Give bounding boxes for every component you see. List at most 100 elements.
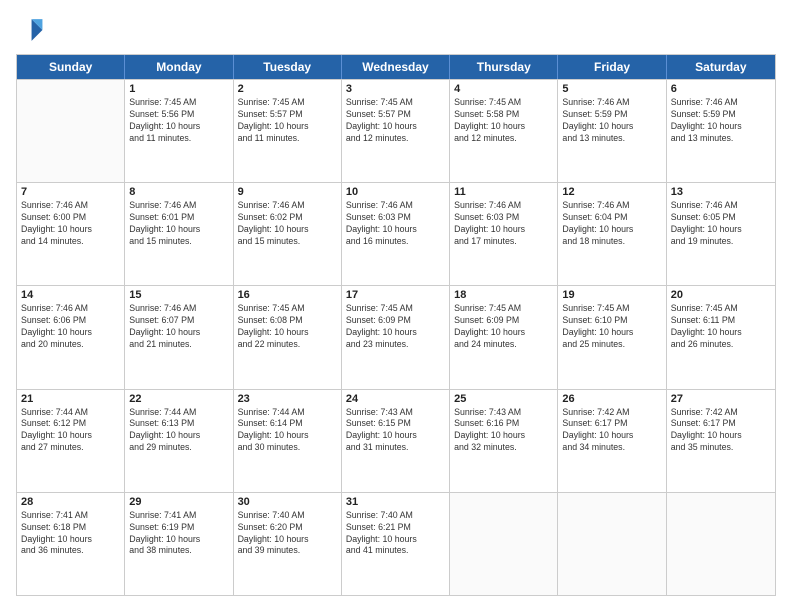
day-number: 23 bbox=[238, 393, 337, 405]
header-day-wednesday: Wednesday bbox=[342, 55, 450, 79]
cal-cell-1-7: 6 Sunrise: 7:46 AM Sunset: 5:59 PM Daylig… bbox=[667, 80, 775, 182]
cal-cell-2-2: 8Sunrise: 7:46 AM Sunset: 6:01 PM Daylig… bbox=[125, 183, 233, 285]
header bbox=[16, 16, 776, 44]
day-number: 28 bbox=[21, 496, 120, 508]
calendar-body: 1 Sunrise: 7:45 AM Sunset: 5:56 PM Daylig… bbox=[17, 79, 775, 595]
day-number: 17 bbox=[346, 289, 445, 301]
day-number: 14 bbox=[21, 289, 120, 301]
day-number: 2 bbox=[238, 83, 337, 95]
day-number: 31 bbox=[346, 496, 445, 508]
cal-cell-5-6 bbox=[558, 493, 666, 595]
cal-cell-3-5: 18 Sunrise: 7:45 AM Sunset: 6:09 PM Dayli… bbox=[450, 286, 558, 388]
day-number: 15 bbox=[129, 289, 228, 301]
cell-info: Sunrise: 7:40 AM Sunset: 6:21 PM Dayligh… bbox=[346, 510, 445, 558]
cell-info: Sunrise: 7:45 AM Sunset: 6:11 PM Dayligh… bbox=[671, 303, 771, 351]
header-day-friday: Friday bbox=[558, 55, 666, 79]
day-number: 1 bbox=[129, 83, 228, 95]
header-day-thursday: Thursday bbox=[450, 55, 558, 79]
cell-info: Sunrise: 7:46 AM Sunset: 6:03 PM Dayligh… bbox=[346, 200, 445, 248]
cell-info: Sunrise: 7:46 AM Sunset: 6:07 PM Dayligh… bbox=[129, 303, 228, 351]
cal-cell-3-7: 20 Sunrise: 7:45 AM Sunset: 6:11 PM Dayli… bbox=[667, 286, 775, 388]
day-number: 25 bbox=[454, 393, 553, 405]
day-number: 21 bbox=[21, 393, 120, 405]
header-day-monday: Monday bbox=[125, 55, 233, 79]
day-number: 16 bbox=[238, 289, 337, 301]
cal-cell-2-6: 12 Sunrise: 7:46 AM Sunset: 6:04 PM Dayli… bbox=[558, 183, 666, 285]
day-number: 27 bbox=[671, 393, 771, 405]
cal-cell-3-1: 14 Sunrise: 7:46 AM Sunset: 6:06 PM Dayli… bbox=[17, 286, 125, 388]
calendar-header: SundayMondayTuesdayWednesdayThursdayFrid… bbox=[17, 55, 775, 79]
day-number: 26 bbox=[562, 393, 661, 405]
cal-cell-2-7: 13Sunrise: 7:46 AM Sunset: 6:05 PM Dayli… bbox=[667, 183, 775, 285]
cell-info: Sunrise: 7:41 AM Sunset: 6:19 PM Dayligh… bbox=[129, 510, 228, 558]
cal-cell-1-4: 3 Sunrise: 7:45 AM Sunset: 5:57 PM Daylig… bbox=[342, 80, 450, 182]
header-day-saturday: Saturday bbox=[667, 55, 775, 79]
day-number: 4 bbox=[454, 83, 553, 95]
cal-cell-1-6: 5 Sunrise: 7:46 AM Sunset: 5:59 PM Daylig… bbox=[558, 80, 666, 182]
cell-info: Sunrise: 7:46 AM Sunset: 6:02 PM Dayligh… bbox=[238, 200, 337, 248]
day-number: 13 bbox=[671, 186, 771, 198]
cal-cell-1-1 bbox=[17, 80, 125, 182]
cal-cell-5-2: 29 Sunrise: 7:41 AM Sunset: 6:19 PM Dayli… bbox=[125, 493, 233, 595]
day-number: 5 bbox=[562, 83, 661, 95]
day-number: 22 bbox=[129, 393, 228, 405]
day-number: 10 bbox=[346, 186, 445, 198]
cal-cell-5-3: 30Sunrise: 7:40 AM Sunset: 6:20 PM Dayli… bbox=[234, 493, 342, 595]
logo bbox=[16, 16, 48, 44]
day-number: 12 bbox=[562, 186, 661, 198]
day-number: 29 bbox=[129, 496, 228, 508]
cell-info: Sunrise: 7:46 AM Sunset: 5:59 PM Dayligh… bbox=[562, 97, 661, 145]
cell-info: Sunrise: 7:45 AM Sunset: 5:58 PM Dayligh… bbox=[454, 97, 553, 145]
cell-info: Sunrise: 7:45 AM Sunset: 6:08 PM Dayligh… bbox=[238, 303, 337, 351]
day-number: 18 bbox=[454, 289, 553, 301]
cell-info: Sunrise: 7:45 AM Sunset: 5:57 PM Dayligh… bbox=[346, 97, 445, 145]
cell-info: Sunrise: 7:45 AM Sunset: 5:57 PM Dayligh… bbox=[238, 97, 337, 145]
cell-info: Sunrise: 7:44 AM Sunset: 6:14 PM Dayligh… bbox=[238, 407, 337, 455]
day-number: 19 bbox=[562, 289, 661, 301]
day-number: 30 bbox=[238, 496, 337, 508]
logo-icon bbox=[16, 16, 44, 44]
cal-cell-1-3: 2 Sunrise: 7:45 AM Sunset: 5:57 PM Daylig… bbox=[234, 80, 342, 182]
day-number: 8 bbox=[129, 186, 228, 198]
cell-info: Sunrise: 7:43 AM Sunset: 6:16 PM Dayligh… bbox=[454, 407, 553, 455]
cell-info: Sunrise: 7:43 AM Sunset: 6:15 PM Dayligh… bbox=[346, 407, 445, 455]
cell-info: Sunrise: 7:46 AM Sunset: 5:59 PM Dayligh… bbox=[671, 97, 771, 145]
week-row-5: 28 Sunrise: 7:41 AM Sunset: 6:18 PM Dayli… bbox=[17, 492, 775, 595]
page: SundayMondayTuesdayWednesdayThursdayFrid… bbox=[0, 0, 792, 612]
cal-cell-4-7: 27 Sunrise: 7:42 AM Sunset: 6:17 PM Dayli… bbox=[667, 390, 775, 492]
cal-cell-4-2: 22 Sunrise: 7:44 AM Sunset: 6:13 PM Dayli… bbox=[125, 390, 233, 492]
cal-cell-2-4: 10 Sunrise: 7:46 AM Sunset: 6:03 PM Dayli… bbox=[342, 183, 450, 285]
day-number: 11 bbox=[454, 186, 553, 198]
cal-cell-5-1: 28 Sunrise: 7:41 AM Sunset: 6:18 PM Dayli… bbox=[17, 493, 125, 595]
day-number: 6 bbox=[671, 83, 771, 95]
cal-cell-2-3: 9 Sunrise: 7:46 AM Sunset: 6:02 PM Daylig… bbox=[234, 183, 342, 285]
cal-cell-4-3: 23 Sunrise: 7:44 AM Sunset: 6:14 PM Dayli… bbox=[234, 390, 342, 492]
cell-info: Sunrise: 7:42 AM Sunset: 6:17 PM Dayligh… bbox=[562, 407, 661, 455]
cell-info: Sunrise: 7:45 AM Sunset: 6:09 PM Dayligh… bbox=[346, 303, 445, 351]
cal-cell-1-2: 1 Sunrise: 7:45 AM Sunset: 5:56 PM Daylig… bbox=[125, 80, 233, 182]
day-number: 3 bbox=[346, 83, 445, 95]
cell-info: Sunrise: 7:45 AM Sunset: 5:56 PM Dayligh… bbox=[129, 97, 228, 145]
cell-info: Sunrise: 7:46 AM Sunset: 6:04 PM Dayligh… bbox=[562, 200, 661, 248]
day-number: 9 bbox=[238, 186, 337, 198]
header-day-sunday: Sunday bbox=[17, 55, 125, 79]
day-number: 7 bbox=[21, 186, 120, 198]
cell-info: Sunrise: 7:46 AM Sunset: 6:06 PM Dayligh… bbox=[21, 303, 120, 351]
cal-cell-3-2: 15 Sunrise: 7:46 AM Sunset: 6:07 PM Dayli… bbox=[125, 286, 233, 388]
cell-info: Sunrise: 7:41 AM Sunset: 6:18 PM Dayligh… bbox=[21, 510, 120, 558]
calendar: SundayMondayTuesdayWednesdayThursdayFrid… bbox=[16, 54, 776, 596]
day-number: 20 bbox=[671, 289, 771, 301]
cal-cell-4-5: 25 Sunrise: 7:43 AM Sunset: 6:16 PM Dayli… bbox=[450, 390, 558, 492]
cell-info: Sunrise: 7:45 AM Sunset: 6:09 PM Dayligh… bbox=[454, 303, 553, 351]
cell-info: Sunrise: 7:46 AM Sunset: 6:00 PM Dayligh… bbox=[21, 200, 120, 248]
cell-info: Sunrise: 7:46 AM Sunset: 6:03 PM Dayligh… bbox=[454, 200, 553, 248]
cal-cell-4-1: 21Sunrise: 7:44 AM Sunset: 6:12 PM Dayli… bbox=[17, 390, 125, 492]
cal-cell-4-4: 24Sunrise: 7:43 AM Sunset: 6:15 PM Dayli… bbox=[342, 390, 450, 492]
cal-cell-3-4: 17 Sunrise: 7:45 AM Sunset: 6:09 PM Dayli… bbox=[342, 286, 450, 388]
cal-cell-5-4: 31 Sunrise: 7:40 AM Sunset: 6:21 PM Dayli… bbox=[342, 493, 450, 595]
cal-cell-5-5 bbox=[450, 493, 558, 595]
week-row-4: 21Sunrise: 7:44 AM Sunset: 6:12 PM Dayli… bbox=[17, 389, 775, 492]
cell-info: Sunrise: 7:44 AM Sunset: 6:13 PM Dayligh… bbox=[129, 407, 228, 455]
cell-info: Sunrise: 7:42 AM Sunset: 6:17 PM Dayligh… bbox=[671, 407, 771, 455]
cal-cell-3-6: 19Sunrise: 7:45 AM Sunset: 6:10 PM Dayli… bbox=[558, 286, 666, 388]
